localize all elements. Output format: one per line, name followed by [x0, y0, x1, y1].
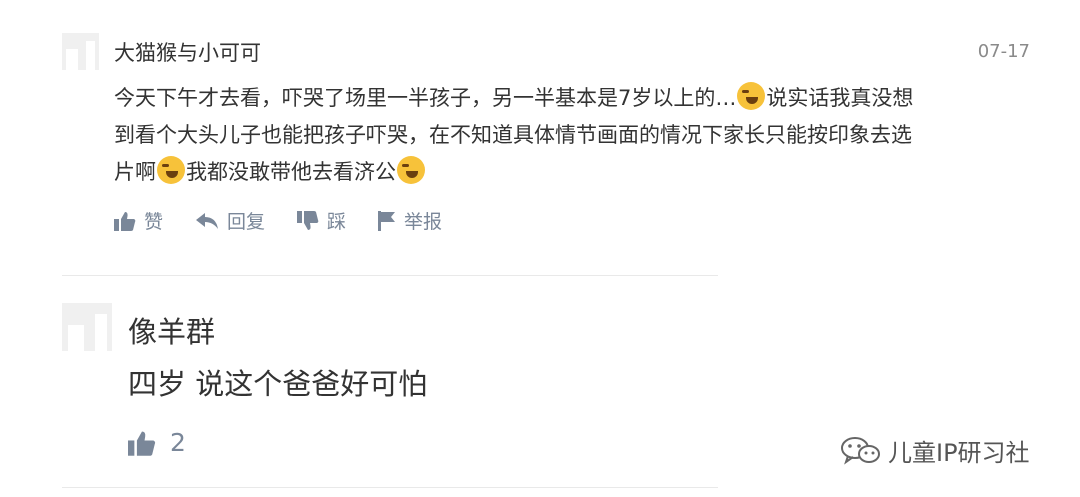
comment-date: 07-17	[977, 41, 1030, 62]
dislike-button[interactable]: 踩	[297, 207, 346, 234]
reply-arrow-icon	[195, 212, 219, 230]
avatar[interactable]	[62, 33, 99, 70]
flag-icon	[378, 210, 396, 231]
like-label: 赞	[144, 211, 164, 233]
text-line: 今天下午才去看，吓哭了场里一半孩子，另一半基本是7岁以上的… 说实话我真没想	[114, 80, 913, 117]
watermark: 儿童IP研习社	[840, 433, 1030, 468]
comment-text: 四岁 说这个爸爸好可怕	[128, 367, 428, 401]
divider	[62, 275, 718, 276]
text-line: 片啊 我都没敢带他去看济公	[114, 154, 913, 191]
report-label: 举报	[404, 211, 443, 233]
thumbs-down-icon	[297, 210, 319, 231]
laughing-crying-emoji-icon	[397, 156, 425, 184]
text-line: 到看个大头儿子也能把孩子吓哭，在不知道具体情节画面的情况下家长只能按印象去选	[114, 123, 912, 147]
wechat-icon	[840, 436, 882, 466]
report-button[interactable]: 举报	[378, 207, 442, 234]
thumbs-up-icon	[128, 430, 156, 456]
username[interactable]: 像羊群	[128, 309, 215, 351]
laughing-crying-emoji-icon	[157, 156, 185, 184]
reply-label: 回复	[227, 211, 266, 233]
divider	[62, 487, 718, 488]
like-button[interactable]: 赞	[114, 207, 163, 234]
comment-actions: 赞 回复 踩 举报	[114, 207, 474, 234]
like-count: 2	[170, 428, 186, 457]
like-button[interactable]: 2	[128, 428, 186, 457]
dislike-label: 踩	[327, 211, 347, 233]
watermark-text: 儿童IP研习社	[888, 439, 1030, 467]
comment-text: 今天下午才去看，吓哭了场里一半孩子，另一半基本是7岁以上的… 说实话我真没想 到看…	[114, 80, 913, 191]
comment-actions: 2	[128, 428, 218, 457]
thumbs-up-icon	[114, 211, 136, 231]
username[interactable]: 大猫猴与小可可	[114, 37, 261, 67]
laughing-crying-emoji-icon	[737, 82, 766, 110]
avatar[interactable]	[62, 303, 112, 351]
reply-button[interactable]: 回复	[195, 207, 265, 234]
